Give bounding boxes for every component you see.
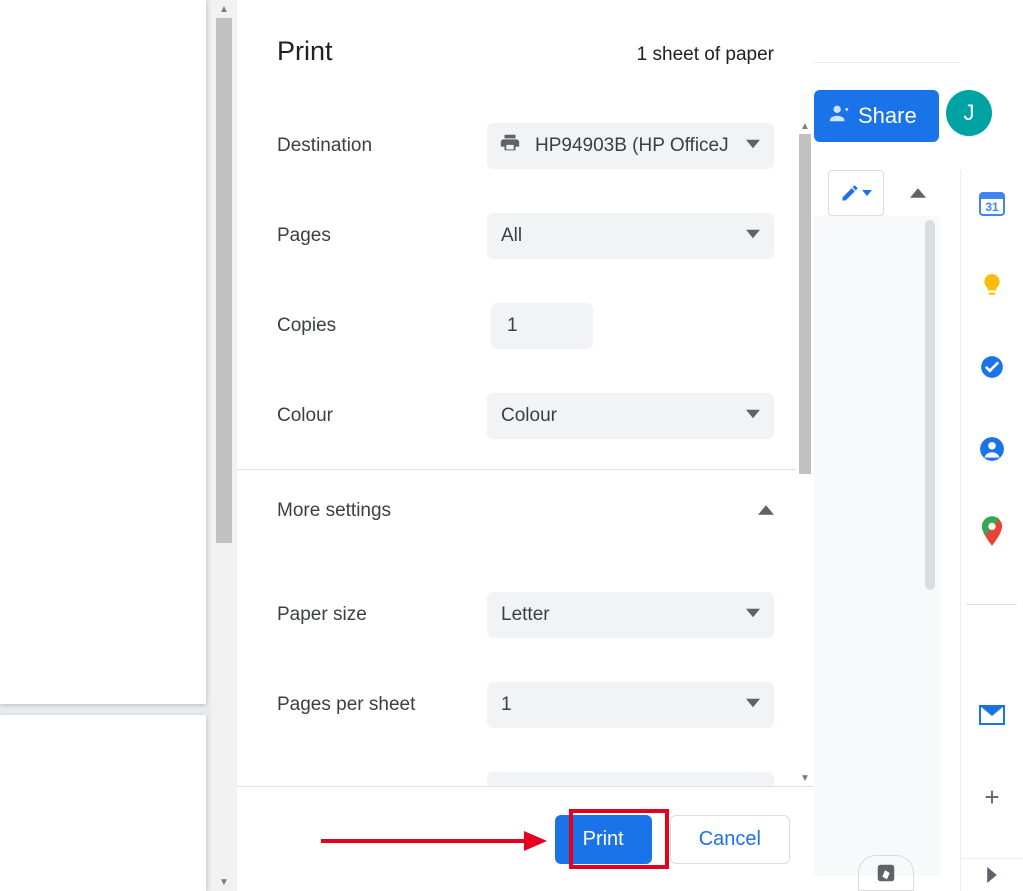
- colour-select[interactable]: Colour: [487, 393, 774, 439]
- margins-select[interactable]: Default: [487, 772, 774, 786]
- cancel-button[interactable]: Cancel: [670, 815, 790, 864]
- chevron-down-icon: [746, 405, 760, 427]
- chevron-down-icon: [746, 694, 760, 716]
- pages-per-sheet-label: Pages per sheet: [277, 694, 487, 716]
- dialog-scrollbar[interactable]: ▲ ▼: [796, 0, 814, 786]
- pages-label: Pages: [277, 225, 487, 247]
- keep-icon[interactable]: [977, 270, 1007, 300]
- chevron-up-icon: [910, 188, 926, 198]
- printer-icon: [499, 132, 521, 160]
- share-button[interactable]: Share: [814, 90, 939, 142]
- print-dialog-title: Print: [277, 36, 333, 67]
- explore-button[interactable]: [858, 855, 914, 891]
- share-button-label: Share: [858, 103, 917, 129]
- header-divider: [814, 62, 960, 63]
- preview-scrollbar[interactable]: ▲ ▼: [211, 0, 237, 891]
- colour-label: Colour: [277, 405, 487, 427]
- scroll-down-icon[interactable]: ▼: [796, 770, 814, 786]
- editing-mode-button[interactable]: [828, 170, 884, 216]
- add-on-plus-icon[interactable]: [977, 782, 1007, 812]
- scroll-down-icon[interactable]: ▼: [211, 873, 237, 891]
- document-scrollbar[interactable]: [922, 220, 936, 870]
- destination-select[interactable]: HP94903B (HP OfficeJ: [487, 123, 774, 169]
- paper-size-label: Paper size: [277, 604, 487, 626]
- person-plus-icon: [828, 102, 850, 130]
- section-divider: [237, 469, 796, 470]
- side-panel-divider: [966, 604, 1017, 605]
- pages-value: All: [501, 225, 522, 247]
- side-panel: 31: [960, 170, 1023, 891]
- destination-label: Destination: [277, 135, 487, 157]
- svg-text:31: 31: [985, 200, 999, 214]
- explore-icon: [875, 862, 897, 884]
- calendar-icon[interactable]: 31: [977, 188, 1007, 218]
- colour-value: Colour: [501, 405, 557, 427]
- side-panel-collapse-button[interactable]: [960, 858, 1023, 891]
- mail-icon[interactable]: [977, 700, 1007, 730]
- doc-toolbar-fragment: [814, 170, 940, 216]
- scroll-thumb[interactable]: [925, 220, 935, 590]
- destination-value: HP94903B (HP OfficeJ: [535, 135, 730, 157]
- preview-page-1: [0, 0, 206, 704]
- copies-label: Copies: [277, 315, 491, 337]
- scroll-thumb[interactable]: [799, 134, 811, 474]
- preview-page-2: [0, 715, 206, 891]
- paper-size-value: Letter: [501, 604, 550, 626]
- dialog-footer: Print Cancel: [237, 786, 814, 891]
- tasks-icon[interactable]: [977, 352, 1007, 382]
- pencil-icon: [840, 183, 860, 203]
- chevron-right-icon: [987, 867, 997, 883]
- collapse-toolbar-button[interactable]: [896, 170, 940, 216]
- more-settings-label: More settings: [277, 500, 391, 522]
- scroll-up-icon[interactable]: ▲: [796, 118, 814, 134]
- print-dialog: Print 1 sheet of paper Destination HP949…: [237, 0, 814, 891]
- pages-per-sheet-select[interactable]: 1: [487, 682, 774, 728]
- maps-icon[interactable]: [977, 516, 1007, 546]
- chevron-down-icon: [746, 604, 760, 626]
- scroll-up-icon[interactable]: ▲: [211, 0, 237, 18]
- print-button[interactable]: Print: [555, 815, 652, 864]
- chevron-down-icon: [862, 190, 872, 196]
- chevron-down-icon: [746, 225, 760, 247]
- avatar-initial: J: [964, 100, 975, 126]
- contacts-icon[interactable]: [977, 434, 1007, 464]
- print-preview-pane: [0, 0, 211, 891]
- more-settings-toggle[interactable]: More settings: [277, 500, 774, 522]
- chevron-down-icon: [746, 135, 760, 157]
- sheet-count-label: 1 sheet of paper: [637, 44, 774, 66]
- copies-input[interactable]: [491, 303, 593, 349]
- annotation-arrow: [319, 829, 549, 853]
- pages-per-sheet-value: 1: [501, 694, 512, 716]
- account-avatar[interactable]: J: [946, 90, 992, 136]
- scroll-thumb[interactable]: [216, 18, 232, 543]
- pages-select[interactable]: All: [487, 213, 774, 259]
- paper-size-select[interactable]: Letter: [487, 592, 774, 638]
- chevron-up-icon: [758, 502, 774, 520]
